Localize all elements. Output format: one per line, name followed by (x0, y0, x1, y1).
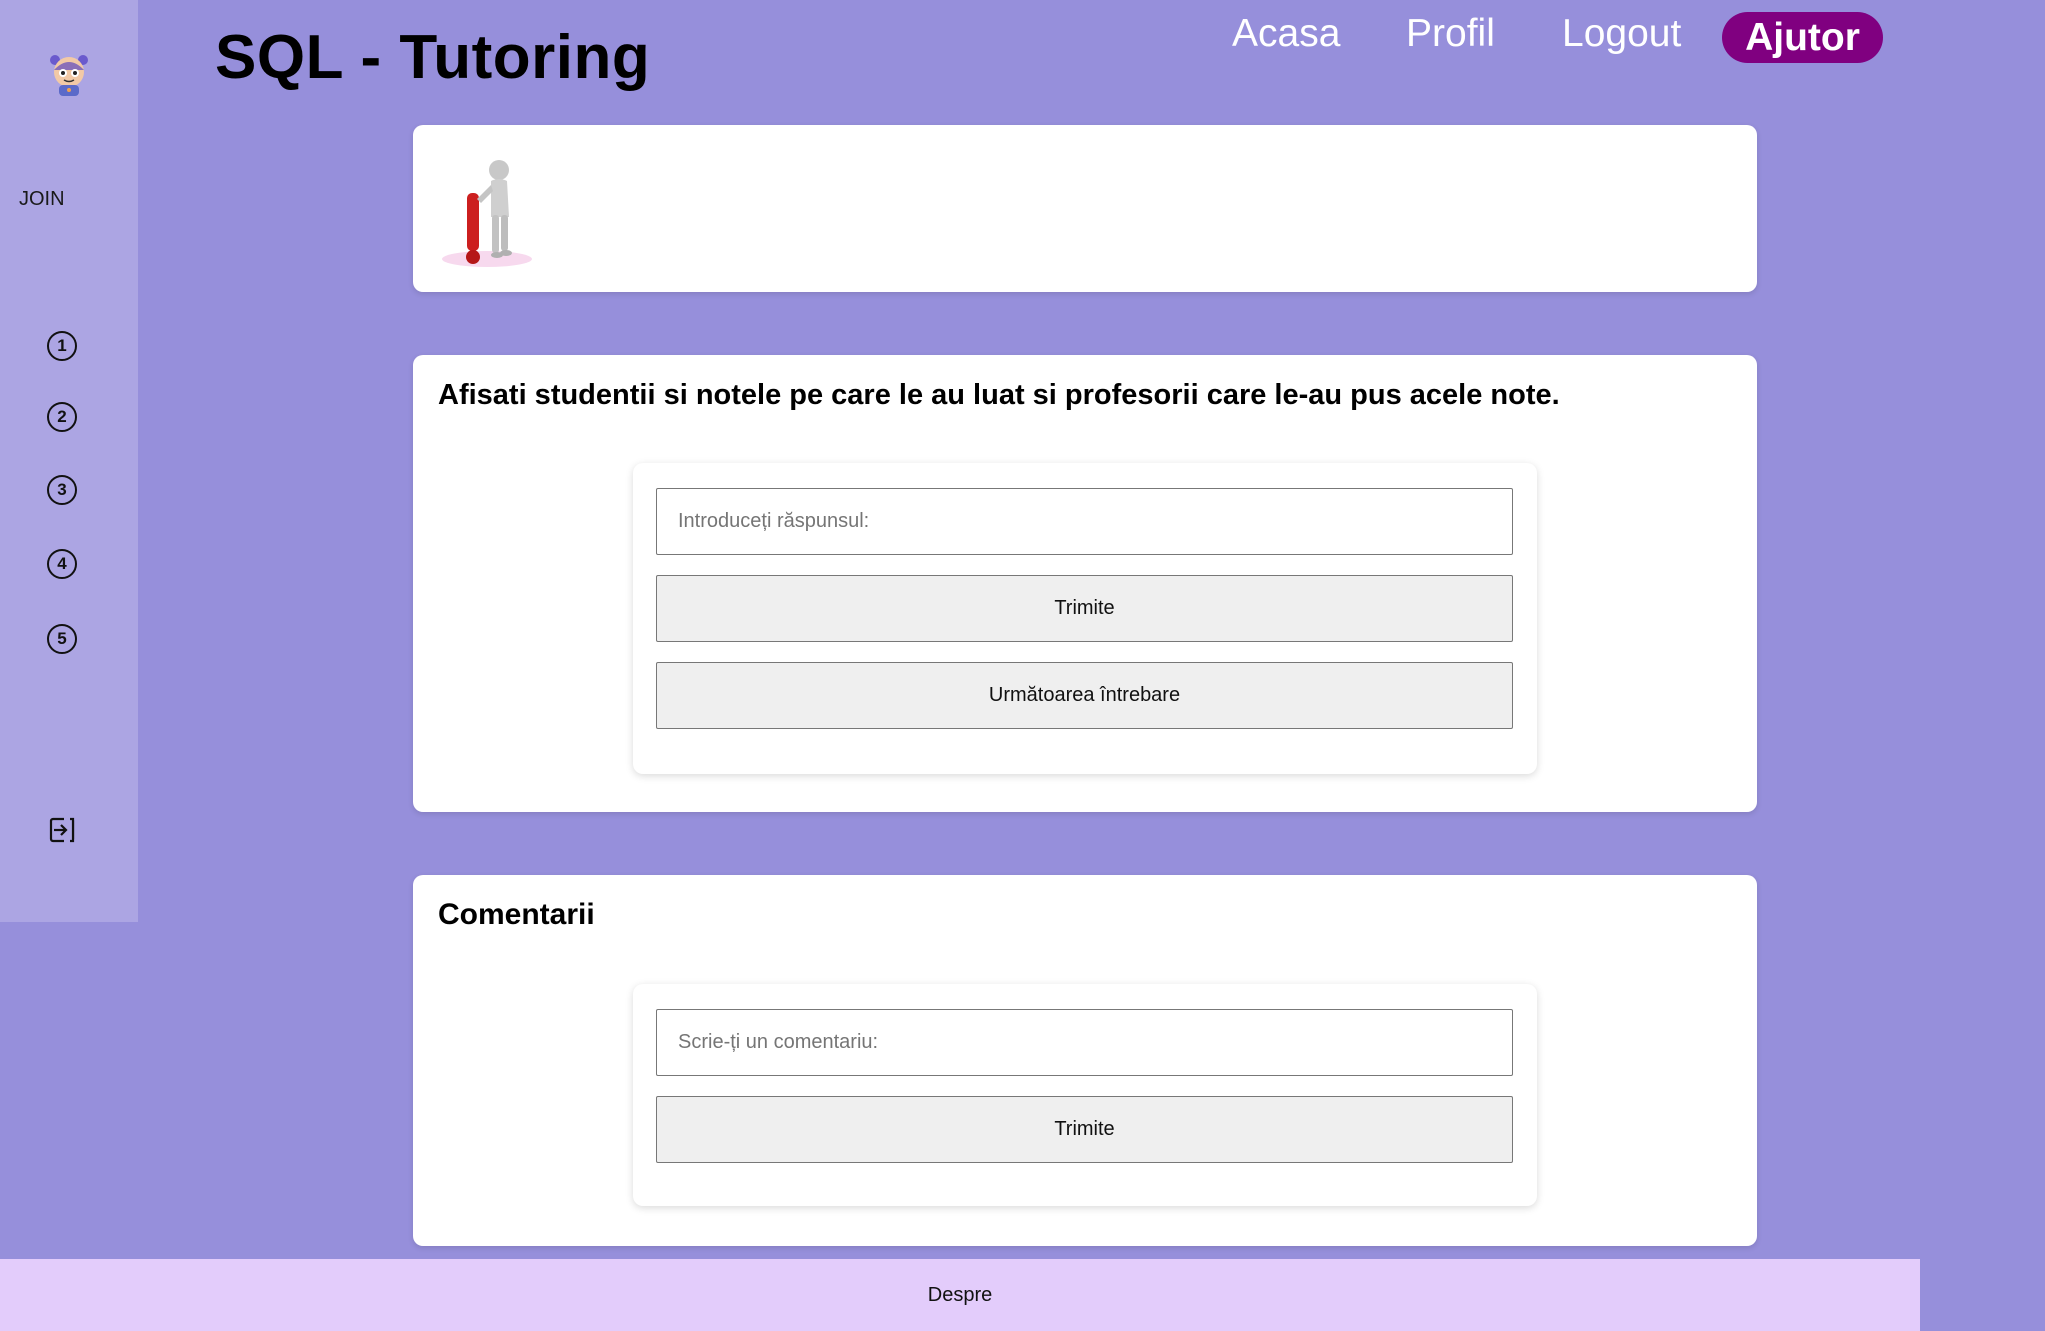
exclamation-figure-icon (442, 160, 532, 267)
comments-card: Comentarii Trimite (413, 875, 1757, 1246)
nav-profile-link[interactable]: Profil (1406, 12, 1495, 56)
comment-input[interactable] (656, 1009, 1513, 1076)
illustration-card (413, 125, 1757, 292)
site-title: SQL - Tutoring (215, 23, 651, 92)
step-number: 1 (57, 336, 67, 355)
footer: Despre (0, 1259, 1920, 1331)
step-number: 2 (57, 407, 67, 426)
step-2-button[interactable]: 2 (47, 402, 77, 432)
nav-home-link[interactable]: Acasa (1232, 12, 1340, 56)
step-5-button[interactable]: 5 (47, 624, 77, 654)
step-4-button[interactable]: 4 (47, 549, 77, 579)
comment-form: Trimite (633, 984, 1537, 1206)
question-text: Afisati studentii si notele pe care le a… (438, 379, 1560, 411)
answer-form: Trimite Următoarea întrebare (633, 463, 1537, 774)
join-label[interactable]: JOIN (19, 188, 65, 211)
step-1-button[interactable]: 1 (47, 331, 77, 361)
comments-title: Comentarii (438, 898, 595, 931)
submit-answer-button[interactable]: Trimite (656, 575, 1513, 642)
nav-logout-link[interactable]: Logout (1562, 12, 1681, 56)
answer-input[interactable] (656, 488, 1513, 555)
sign-out-icon[interactable] (48, 816, 76, 844)
submit-comment-button[interactable]: Trimite (656, 1096, 1513, 1163)
nav-help-button[interactable]: Ajutor (1722, 12, 1883, 63)
robot-mascot-icon[interactable] (47, 52, 91, 98)
about-link[interactable]: Despre (928, 1284, 992, 1307)
step-number: 3 (57, 480, 67, 499)
step-number: 4 (57, 554, 67, 573)
page: JOIN 1 2 3 4 5 SQL - Tutoring Acasa Prof… (0, 0, 2045, 1331)
question-card: Afisati studentii si notele pe care le a… (413, 355, 1757, 812)
step-number: 5 (57, 629, 67, 648)
sidebar: JOIN 1 2 3 4 5 (0, 0, 138, 922)
next-question-button[interactable]: Următoarea întrebare (656, 662, 1513, 729)
step-3-button[interactable]: 3 (47, 475, 77, 505)
